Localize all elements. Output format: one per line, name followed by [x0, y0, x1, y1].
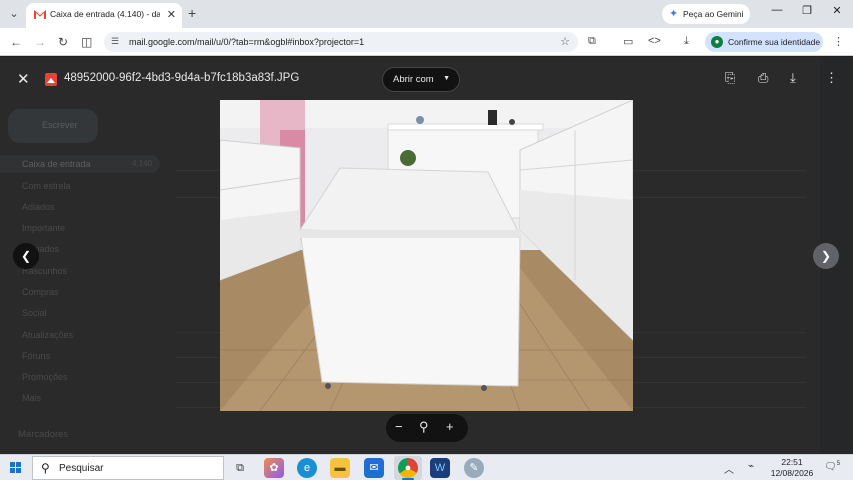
- url-text: mail.google.com/mail/u/0/?tab=rm&ogbl#in…: [129, 37, 365, 47]
- sidebar-item-purchases[interactable]: Compras: [22, 287, 152, 297]
- identity-avatar-icon: ●: [711, 36, 723, 48]
- sidebar-item-more[interactable]: Mais: [22, 393, 152, 403]
- gmail-tab[interactable]: Caixa de entrada (4.140) - dasil ✕: [26, 3, 182, 28]
- taskbar-search-label: Pesquisar: [59, 463, 104, 474]
- sidebar-item-important[interactable]: Importante: [22, 223, 152, 233]
- close-viewer-icon[interactable]: ✕: [17, 70, 30, 88]
- previous-image-button[interactable]: ❮: [13, 243, 39, 269]
- file-explorer-icon[interactable]: ▬: [330, 458, 350, 478]
- sidebar-item-sent[interactable]: Enviados: [22, 244, 152, 254]
- network-icon[interactable]: ⌁: [748, 461, 754, 472]
- window-close-icon[interactable]: ✕: [822, 4, 852, 17]
- gmail-logo-icon: [34, 10, 46, 19]
- next-image-button[interactable]: ❯: [813, 243, 839, 269]
- sidebar-item-label: Mais: [22, 393, 42, 403]
- side-panel-icon[interactable]: ◫: [81, 35, 92, 49]
- browser-tab-strip: ⌄ Caixa de entrada (4.140) - dasil ✕ + ✦…: [0, 0, 853, 28]
- notifications-icon[interactable]: 🗨5: [824, 461, 840, 472]
- clock-time: 22:51: [781, 457, 803, 467]
- mail-app-icon[interactable]: ✉: [364, 458, 384, 478]
- print-icon[interactable]: ⎙: [758, 70, 768, 86]
- image-file-icon: [45, 73, 57, 86]
- sidebar-item-label: Com estrela: [22, 181, 71, 191]
- file-name: 48952000-96f2-4bd3-9d4a-b7fc18b3a83f.JPG: [64, 72, 300, 84]
- sidebar-item-label: Social: [22, 308, 47, 318]
- download-file-icon[interactable]: ⤓: [790, 70, 796, 86]
- add-to-drive-icon[interactable]: ⎘: [725, 70, 735, 86]
- task-view-icon[interactable]: ⧉: [230, 458, 250, 478]
- back-icon[interactable]: ←: [10, 35, 22, 49]
- tray-overflow-icon[interactable]: ︿: [724, 461, 734, 476]
- search-icon: ⚲: [41, 461, 50, 475]
- sidebar-item-label: Adiados: [22, 202, 55, 212]
- tab-close-icon[interactable]: ✕: [167, 8, 176, 21]
- notification-count: 5: [836, 461, 841, 467]
- sidebar-item-label: Promoções: [22, 372, 68, 382]
- windows-taskbar: ⚲ Pesquisar ⧉ ✿ e ▬ ✉ ● W ✎ ︿ ⌁ 22:51 12…: [0, 454, 853, 480]
- chrome-icon[interactable]: ●: [398, 458, 418, 478]
- reading-mode-icon[interactable]: ▭: [623, 35, 633, 48]
- minimize-icon[interactable]: —: [762, 4, 792, 16]
- edge-icon[interactable]: e: [297, 458, 317, 478]
- new-tab-icon[interactable]: +: [188, 5, 196, 21]
- omnibox[interactable]: ☰ mail.google.com/mail/u/0/?tab=rm&ogbl#…: [104, 32, 578, 52]
- system-clock[interactable]: 22:51 12/08/2026: [768, 457, 816, 479]
- reload-icon[interactable]: ↻: [58, 35, 68, 49]
- download-icon[interactable]: ⤓: [684, 35, 689, 48]
- tab-search-icon[interactable]: ⌄: [6, 6, 22, 22]
- zoom-reset-icon[interactable]: ⚲: [419, 419, 429, 435]
- site-info-icon[interactable]: ☰: [111, 36, 119, 47]
- sidebar-item-label: Atualizações: [22, 330, 74, 340]
- extensions-icon[interactable]: ⧉: [588, 35, 596, 48]
- open-with-button[interactable]: Abrir com ▼: [382, 67, 460, 92]
- chrome-menu-icon[interactable]: ⋮: [833, 35, 844, 48]
- gemini-label: Peça ao Gemini: [683, 9, 744, 19]
- sidebar-item-forums[interactable]: Fóruns: [22, 351, 152, 361]
- compose-label: Escrever: [42, 120, 78, 130]
- open-with-label: Abrir com: [393, 74, 434, 85]
- sidebar-item-promotions[interactable]: Promoções: [22, 372, 152, 382]
- sidebar-item-label: Importante: [22, 223, 66, 233]
- identity-button[interactable]: ● Confirme sua identidade: [705, 32, 823, 52]
- gemini-sparkle-icon: ✦: [669, 8, 679, 20]
- copilot-icon[interactable]: ✿: [264, 458, 284, 478]
- sidebar-item-label: Compras: [22, 287, 59, 297]
- sidebar-item-label: Fóruns: [22, 351, 51, 361]
- taskbar-search[interactable]: ⚲ Pesquisar: [32, 456, 224, 480]
- sidebar-item-starred[interactable]: Com estrela: [22, 181, 152, 191]
- labels-heading: Marcadores: [18, 429, 69, 440]
- image-preview: [220, 100, 633, 411]
- zoom-controls: − ⚲ +: [386, 414, 468, 442]
- restore-icon[interactable]: ❐: [792, 4, 822, 17]
- zoom-out-icon[interactable]: −: [395, 419, 403, 434]
- sidebar-item-social[interactable]: Social: [22, 308, 152, 318]
- more-options-icon[interactable]: ⋮: [825, 70, 838, 86]
- sidebar-item-count: 4.140: [131, 159, 152, 168]
- paint-icon[interactable]: ✎: [464, 458, 484, 478]
- sidebar-item-updates[interactable]: Atualizações: [22, 330, 152, 340]
- forward-icon[interactable]: →: [34, 35, 46, 49]
- sidebar-item-label: Caixa de entrada: [22, 159, 91, 169]
- bookmark-star-icon[interactable]: ☆: [560, 35, 570, 48]
- tab-title: Caixa de entrada (4.140) - dasil: [50, 9, 160, 19]
- zoom-in-icon[interactable]: +: [446, 419, 454, 434]
- sidebar-item-snoozed[interactable]: Adiados: [22, 202, 152, 212]
- clock-date: 12/08/2026: [770, 468, 814, 478]
- identity-label: Confirme sua identidade: [728, 37, 821, 47]
- devtools-icon[interactable]: <>: [648, 35, 661, 47]
- windows-start-icon[interactable]: [10, 462, 22, 474]
- gemini-button[interactable]: ✦ Peça ao Gemini: [662, 4, 750, 24]
- room-photo: [220, 100, 633, 411]
- address-bar-row: ← → ↻ ◫ ☰ mail.google.com/mail/u/0/?tab=…: [0, 28, 853, 56]
- viewer-toolbar: ✕ 48952000-96f2-4bd3-9d4a-b7fc18b3a83f.J…: [0, 57, 853, 101]
- sidebar-item-inbox[interactable]: Caixa de entrada 4.140: [22, 159, 152, 169]
- sidebar-item-drafts[interactable]: Rascunhos: [22, 266, 152, 276]
- word-app-icon[interactable]: W: [430, 458, 450, 478]
- caret-down-icon: ▼: [443, 75, 450, 82]
